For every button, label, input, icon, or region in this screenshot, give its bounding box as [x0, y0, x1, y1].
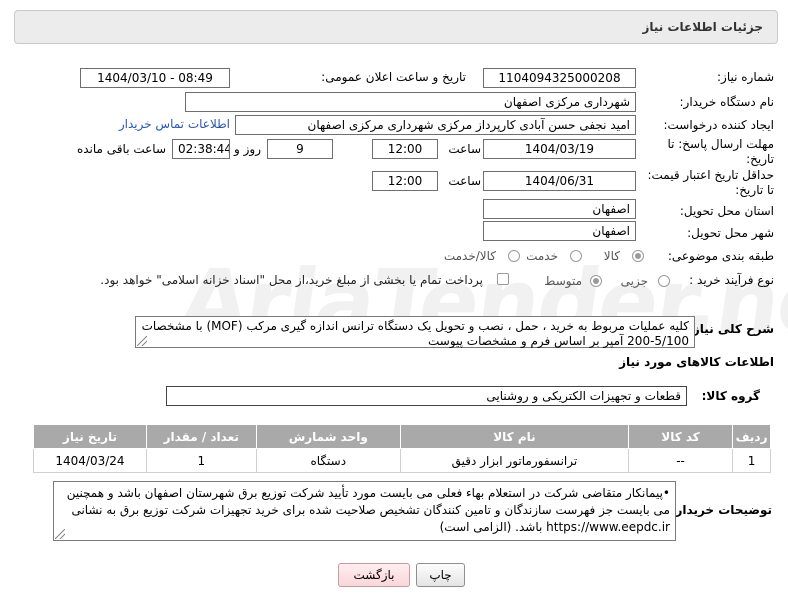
announce-datetime-field: 1404/03/10 - 08:49: [80, 68, 230, 88]
cell-quantity: 1: [145, 448, 257, 473]
page-title: جزئیات اطلاعات نیاز: [642, 20, 763, 34]
col-goods-code: کد کالا: [627, 424, 734, 449]
buyer-notes-line-2: می بایست جز فهرست سازندگان و تامین کنندگ…: [71, 503, 670, 517]
col-goods-name: نام کالا: [399, 424, 629, 449]
table-header-row: ردیف کد کالا نام کالا واحد شمارش تعداد /…: [33, 424, 771, 449]
reply-deadline-date-field: 1404/03/19: [483, 139, 636, 159]
delivery-city-field: اصفهان: [483, 221, 636, 241]
requester-field: امید نجفی حسن آبادی کارپرداز مرکزی شهردا…: [235, 115, 636, 135]
remaining-days-label: روز و: [234, 142, 261, 156]
reply-deadline-time-field: 12:00: [372, 139, 438, 159]
price-validity-time-label: ساعت: [448, 174, 481, 188]
treasury-payment-note: پرداخت تمام یا بخشی از مبلغ خرید،از محل …: [100, 273, 483, 287]
price-validity-label-2: تا تاریخ:: [735, 183, 774, 197]
panel-header: جزئیات اطلاعات نیاز: [14, 10, 778, 44]
description-line-2: 200-5/100 آمپر بر اساس فرم و مشخصات پیوس…: [427, 334, 689, 348]
remaining-time-field: 02:38:44: [172, 139, 230, 159]
print-button[interactable]: چاپ: [416, 563, 465, 587]
remaining-days-field: 9: [267, 139, 333, 159]
treasury-payment-checkbox[interactable]: [497, 273, 509, 285]
resize-grip-icon[interactable]: [137, 336, 147, 346]
process-minor-radio[interactable]: [658, 275, 670, 287]
back-button[interactable]: بازگشت: [338, 563, 410, 587]
description-label: شرح کلی نیاز:: [688, 322, 774, 336]
cell-need-date: 1404/03/24: [33, 448, 147, 473]
price-validity-label: حداقل تاریخ اعتبار قیمت:: [647, 168, 774, 182]
description-line-1: کلیه عملیات مربوط به خرید ، حمل ، نصب و …: [141, 319, 689, 333]
buyer-contact-link[interactable]: اطلاعات تماس خریدار: [119, 117, 230, 131]
need-number-field: 1104094325000208: [483, 68, 636, 88]
goods-section-title: اطلاعات کالاهای مورد نیاز: [619, 355, 774, 369]
col-row-number: ردیف: [732, 424, 771, 449]
cell-goods-name: ترانسفورماتور ابزار دقیق: [399, 448, 629, 473]
category-service-label: خدمت: [526, 249, 558, 263]
goods-group-field: قطعات و تجهیزات الکتریکی و روشنایی: [166, 386, 687, 406]
cell-goods-code: --: [627, 448, 734, 473]
reply-deadline-time-label: ساعت: [448, 142, 481, 156]
description-textarea[interactable]: کلیه عملیات مربوط به خرید ، حمل ، نصب و …: [135, 316, 695, 348]
col-unit: واحد شمارش: [255, 424, 401, 449]
category-goods-radio[interactable]: [632, 250, 644, 262]
goods-group-label: گروه کالا:: [701, 389, 760, 403]
col-quantity: تعداد / مقدار: [145, 424, 257, 449]
price-validity-date-field: 1404/06/31: [483, 171, 636, 191]
remaining-time-label: ساعت باقی مانده: [76, 142, 166, 156]
category-goods-service-label: کالا/خدمت: [443, 249, 496, 263]
announce-datetime-label: تاریخ و ساعت اعلان عمومی:: [321, 70, 466, 84]
reply-deadline-label-2: تاریخ:: [746, 152, 774, 166]
process-minor-label: جزیی: [620, 274, 648, 288]
col-need-date: تاریخ نیاز: [33, 424, 147, 449]
requester-label: ایجاد کننده درخواست:: [663, 118, 774, 132]
buyer-notes-line-3: https://www.eepdc.ir باشد. (الزامی است): [439, 520, 670, 534]
category-label: طبقه بندی موضوعی:: [667, 249, 774, 263]
table-row: 1 -- ترانسفورماتور ابزار دقیق دستگاه 1 1…: [33, 448, 771, 473]
buyer-org-field: شهرداری مرکزی اصفهان: [185, 92, 636, 112]
category-goods-service-radio[interactable]: [508, 250, 520, 262]
process-medium-radio[interactable]: [590, 275, 602, 287]
reply-deadline-label: مهلت ارسال پاسخ: تا: [667, 137, 774, 151]
delivery-province-field: اصفهان: [483, 199, 636, 219]
delivery-city-label: شهر محل تحویل:: [687, 226, 774, 240]
buyer-notes-label: توضیحات خریدار:: [670, 503, 772, 517]
price-validity-time-field: 12:00: [372, 171, 438, 191]
category-service-radio[interactable]: [570, 250, 582, 262]
purchase-process-label: نوع فرآیند خرید :: [689, 273, 774, 287]
cell-unit: دستگاه: [255, 448, 401, 473]
buyer-org-label: نام دستگاه خریدار:: [679, 95, 775, 109]
delivery-province-label: استان محل تحویل:: [679, 204, 774, 218]
process-medium-label: متوسط: [544, 274, 582, 288]
buyer-notes-line-1: •پیمانکار متقاضی شرکت در استعلام بهاء فع…: [66, 486, 670, 500]
cell-row-number: 1: [732, 448, 771, 473]
need-number-label: شماره نیاز:: [717, 70, 774, 84]
notes-resize-grip-icon[interactable]: [55, 529, 65, 539]
buyer-notes-textarea[interactable]: •پیمانکار متقاضی شرکت در استعلام بهاء فع…: [53, 481, 676, 541]
goods-table: ردیف کد کالا نام کالا واحد شمارش تعداد /…: [33, 424, 771, 473]
category-goods-label: کالا: [603, 249, 620, 263]
